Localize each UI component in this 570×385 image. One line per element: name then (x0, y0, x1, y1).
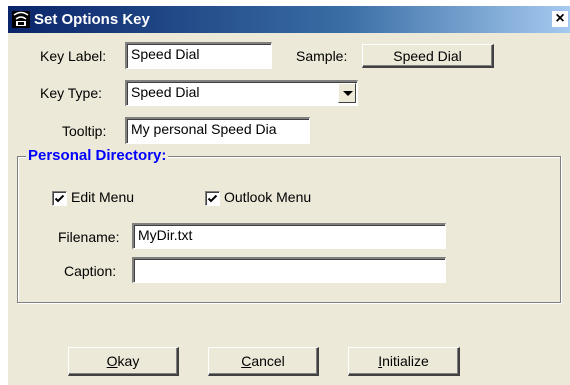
app-icon (12, 11, 30, 28)
tooltip-input[interactable]: My personal Speed Dia (125, 117, 310, 144)
title-bar[interactable]: Set Options Key × (8, 6, 570, 33)
checkmark-icon (207, 194, 218, 203)
sample-label: Sample: (296, 48, 348, 64)
caption-input[interactable] (132, 257, 446, 283)
okay-button[interactable]: Okay (68, 347, 179, 376)
set-options-key-dialog: Set Options Key × Key Label: Speed Dial … (8, 6, 570, 385)
key-label-label: Key Label: (40, 48, 107, 64)
key-type-dropdown[interactable]: Speed Dial (125, 80, 358, 106)
close-icon[interactable]: × (552, 11, 568, 27)
chevron-down-icon[interactable] (338, 83, 356, 103)
personal-directory-title: Personal Directory: (26, 147, 169, 164)
cancel-button[interactable]: Cancel (208, 347, 319, 376)
edit-menu-label[interactable]: Edit Menu (71, 189, 134, 205)
filename-label: Filename: (58, 229, 120, 245)
key-type-value: Speed Dial (131, 84, 200, 100)
key-label-input[interactable]: Speed Dial (125, 42, 272, 69)
window-title: Set Options Key (34, 11, 150, 28)
sample-button[interactable]: Speed Dial (362, 44, 494, 68)
outlook-menu-label[interactable]: Outlook Menu (224, 189, 311, 205)
outlook-menu-checkbox[interactable] (205, 191, 220, 206)
initialize-button[interactable]: Initialize (348, 347, 460, 376)
edit-menu-checkbox[interactable] (52, 191, 67, 206)
filename-input[interactable]: MyDir.txt (132, 223, 446, 249)
caption-label: Caption: (64, 263, 117, 279)
key-type-label: Key Type: (40, 85, 103, 101)
tooltip-label: Tooltip: (62, 123, 107, 139)
checkmark-icon (54, 194, 65, 203)
